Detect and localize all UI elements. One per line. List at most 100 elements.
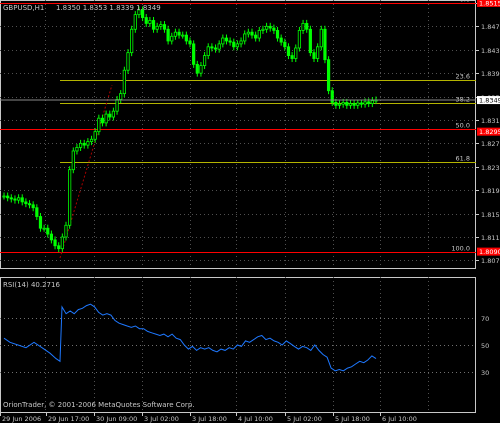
time-tick-label: 29 Jun 2006 (2, 415, 41, 423)
fib-level-label: 50.0 (456, 122, 470, 130)
price-tick-label: 1.8275 (481, 140, 500, 148)
candle-body (326, 59, 331, 92)
price-tick-label: 1.8315 (481, 117, 500, 125)
fib-level-label: 61.8 (456, 155, 470, 163)
fib-level-label: 100.0 (451, 245, 470, 253)
candle-body (130, 28, 134, 54)
candle-body (6, 195, 10, 199)
candle-body (261, 28, 265, 31)
rsi-levels: 70 50 30 (0, 315, 489, 377)
candle-body (20, 197, 24, 203)
candle-body (159, 24, 163, 27)
price-grid (0, 0, 476, 268)
candle-body (78, 142, 83, 148)
candle-body (86, 141, 90, 146)
candle-body (294, 47, 298, 59)
price-tick-label: 1.8075 (481, 257, 500, 265)
fib-level-label: 23.6 (456, 73, 470, 81)
candle-body (133, 14, 137, 30)
candle-body (42, 227, 46, 230)
candle-body (345, 102, 349, 106)
candle-body (264, 25, 269, 30)
candle-body (166, 28, 170, 42)
candle-body (93, 131, 97, 140)
candle-body (370, 100, 374, 104)
rsi-title: RSI(14) 40.2716 (3, 281, 60, 289)
candle-body (13, 198, 17, 201)
candle-body (111, 110, 116, 118)
candle-body (108, 113, 112, 118)
candle-body (46, 227, 50, 235)
candle-body (195, 63, 199, 74)
candle-body (290, 55, 294, 59)
candle-body (348, 103, 353, 106)
candle-body (250, 31, 254, 36)
candle-body (75, 147, 79, 152)
candle-body (213, 47, 218, 50)
price-tick-label: 1.8395 (481, 70, 500, 78)
price-level-tag-label: 1.8295 (479, 128, 500, 136)
candle-body (334, 102, 338, 106)
candle-body (301, 23, 305, 31)
rsi-level-label: 30 (481, 369, 489, 377)
candle-body (283, 41, 287, 48)
candle-body (363, 101, 367, 105)
candle-body (162, 24, 167, 30)
candle-body (297, 30, 302, 49)
candle-body (71, 150, 75, 171)
candle-body (228, 40, 232, 43)
candle-body (316, 46, 320, 59)
candle-body (89, 138, 94, 143)
candle-body (352, 103, 356, 106)
price-panel-frame (0, 0, 476, 269)
candle-body (104, 113, 108, 124)
candle-body (202, 55, 207, 66)
candle-body (119, 93, 123, 100)
price-tick-label: 1.8235 (481, 164, 500, 172)
candle-body (16, 197, 21, 201)
candle-body (254, 34, 258, 39)
ohlc-values: 1.8350 1.8353 1.8339 1.8349 (56, 4, 161, 12)
candle-body (115, 99, 119, 112)
time-tick-label: 5 Jul 02:00 (287, 415, 322, 423)
candle-body (367, 101, 371, 104)
time-tick-label: 6 Jul 10:00 (382, 415, 417, 423)
candle-body (173, 31, 178, 37)
candle-body (64, 224, 68, 238)
candle-body (323, 28, 327, 61)
time-tick-label: 5 Jul 18:00 (335, 415, 370, 423)
candle-body (144, 17, 148, 24)
candle-body (27, 203, 32, 206)
time-tick-label: 29 Jun 17:00 (48, 415, 89, 423)
candle-body (53, 239, 57, 247)
candle-body (155, 25, 159, 30)
candle-body (286, 46, 291, 56)
candle-body (308, 28, 312, 54)
candle-body (235, 43, 240, 48)
price-level-tag-label: 1.8515 (479, 0, 500, 7)
candle-body (181, 34, 185, 37)
candle-body (305, 23, 309, 30)
price-level-tag-label: 1.8090 (479, 248, 500, 256)
candle-body (151, 20, 156, 30)
candle-body (246, 31, 250, 35)
candle-body (359, 102, 364, 105)
candle-body (188, 40, 192, 45)
rsi-level-label: 50 (481, 342, 489, 350)
price-tick-label: 1.8435 (481, 47, 500, 55)
fibonacci-trendline[interactable] (59, 84, 113, 259)
candle-body (184, 34, 188, 42)
candle-body (31, 204, 35, 209)
candle-body (279, 37, 283, 43)
candle-body (35, 207, 39, 217)
candle-body (210, 46, 214, 49)
chart-canvas[interactable]: 0.023.638.250.061.8100.0 1.85151.84751.8… (0, 0, 500, 423)
candle-body (341, 102, 345, 105)
candle-body (60, 236, 64, 250)
candle-body (49, 233, 54, 241)
candle-body (97, 117, 101, 133)
candle-body (148, 20, 152, 24)
candle-body (337, 103, 342, 106)
candle-body (9, 197, 13, 200)
candle-body (330, 90, 334, 103)
